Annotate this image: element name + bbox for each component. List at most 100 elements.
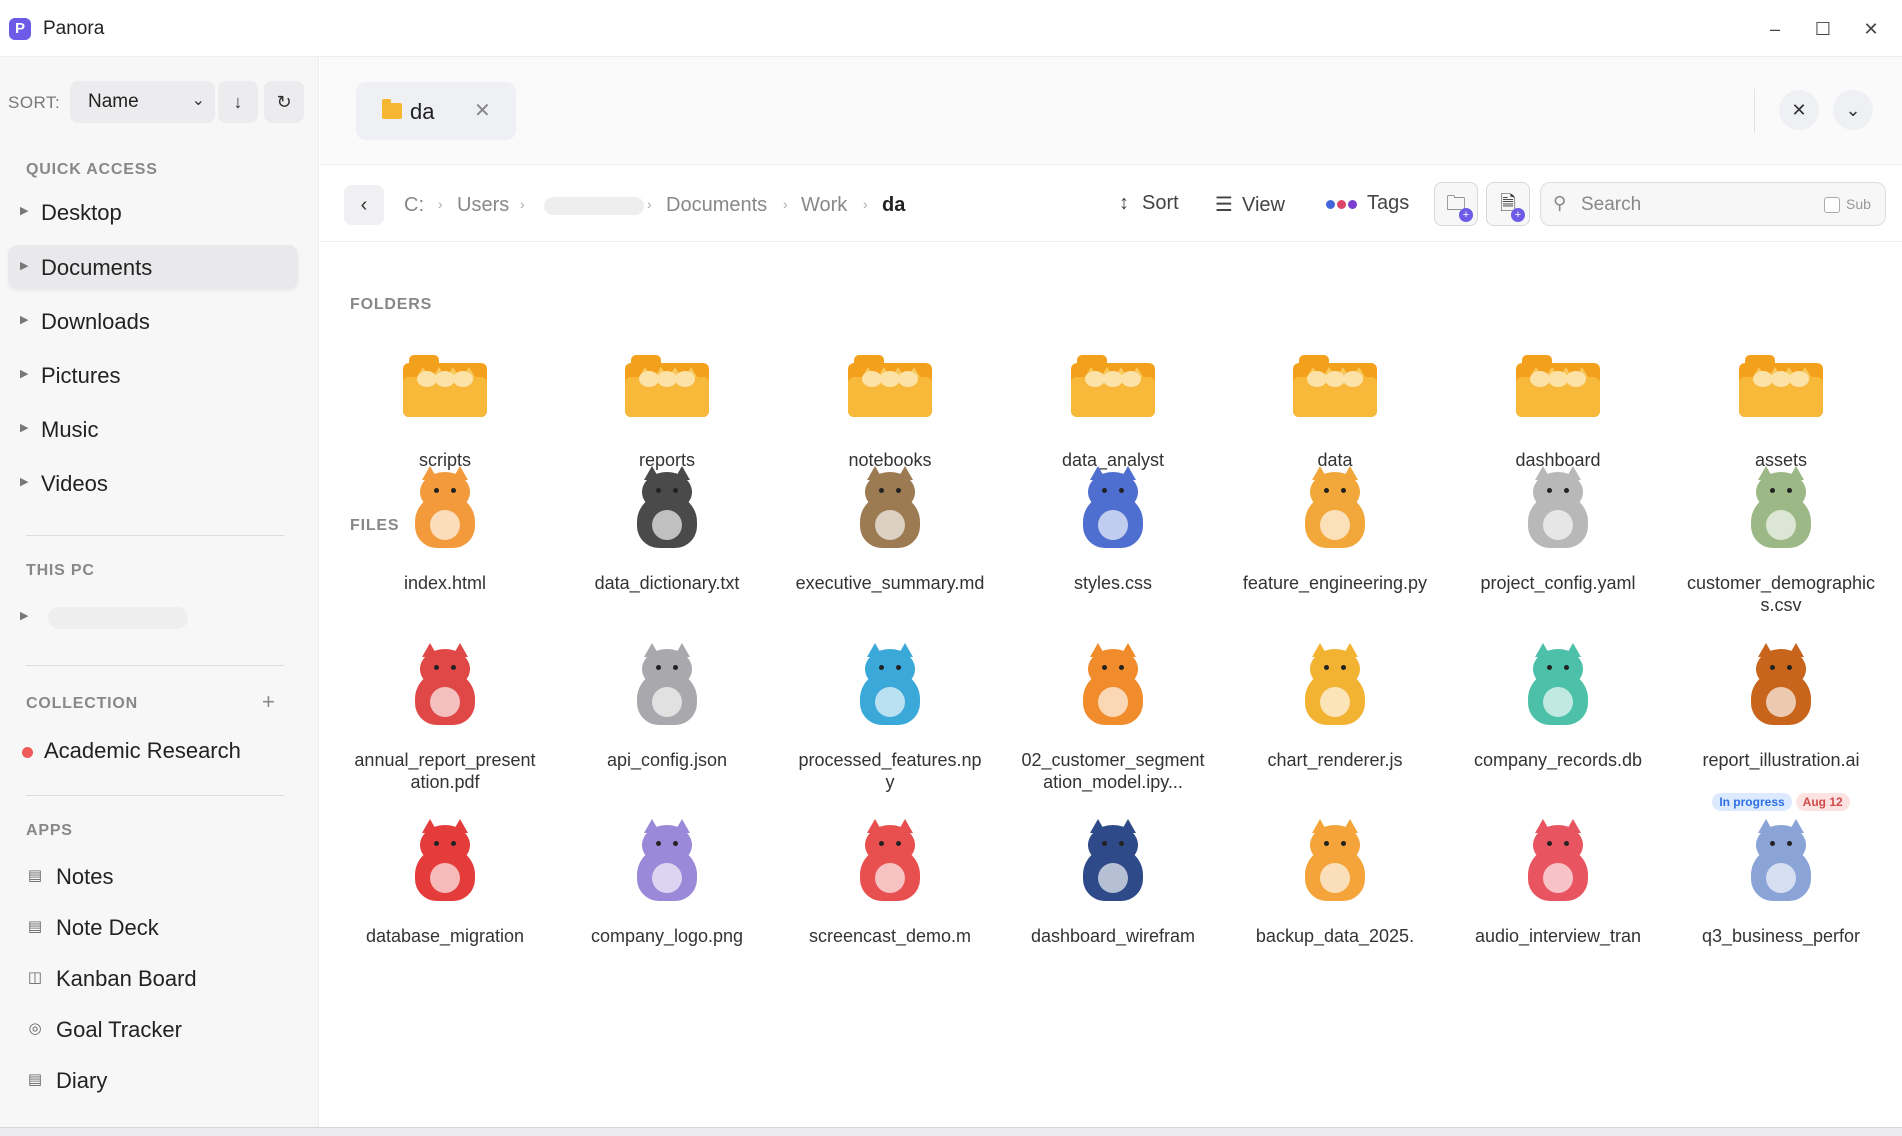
- expand-arrow-icon[interactable]: ▶: [20, 204, 28, 217]
- cat-folder-icon: [1293, 355, 1377, 417]
- sidebar-item-documents[interactable]: ▶ Documents: [8, 245, 298, 289]
- file-name: company_records.db: [1473, 750, 1643, 770]
- folders-section-header: FOLDERS: [350, 296, 433, 313]
- expand-arrow-icon[interactable]: ▶: [20, 609, 28, 622]
- file-badges: In progress Aug 12: [1686, 793, 1876, 811]
- sidebar-item-downloads[interactable]: ▶ Downloads: [8, 299, 298, 343]
- cat-file-icon: [632, 466, 702, 548]
- new-folder-button[interactable]: 🗀 +: [1434, 182, 1478, 226]
- file-browser-content: FOLDERS scripts reports notebooks data_anal…: [320, 243, 1902, 1127]
- sidebar-item-music[interactable]: ▶ Music: [8, 407, 298, 451]
- expand-arrow-icon[interactable]: ▶: [20, 313, 28, 326]
- blurred-drive-label: [48, 607, 188, 629]
- plus-icon: +: [1511, 208, 1525, 222]
- sidebar-item-drive[interactable]: ▶: [8, 595, 298, 639]
- quick-access-header: QUICK ACCESS: [26, 161, 158, 178]
- cat-file-icon: [1746, 466, 1816, 548]
- status-badge: In progress: [1712, 793, 1792, 811]
- breadcrumb-users[interactable]: Users: [457, 194, 509, 217]
- file-name: audio_interview_tran: [1474, 926, 1642, 946]
- this-pc-header: THIS PC: [26, 562, 95, 579]
- cat-file-icon: [1300, 643, 1370, 725]
- sidebar-item-label: Desktop: [41, 200, 122, 225]
- expand-arrow-icon[interactable]: ▶: [20, 259, 28, 272]
- view-button[interactable]: ☰ View: [1214, 192, 1285, 217]
- kanban-icon: ◫: [27, 969, 43, 986]
- sort-direction-button[interactable]: ↓: [218, 81, 258, 123]
- cat-folder-icon: [625, 355, 709, 417]
- divider: [26, 795, 284, 796]
- chevron-down-icon: ⌄: [191, 92, 205, 109]
- collection-color-dot: [22, 747, 33, 758]
- cat-file-icon: [1523, 643, 1593, 725]
- sidebar-item-videos[interactable]: ▶ Videos: [8, 461, 298, 505]
- file-name: annual_report_presentation.pdf: [354, 750, 536, 792]
- sort-button[interactable]: ↕ Sort: [1114, 192, 1179, 215]
- new-file-button[interactable]: 🗎 +: [1486, 182, 1530, 226]
- horizontal-scrollbar[interactable]: [0, 1127, 1902, 1136]
- cat-file-icon: [855, 466, 925, 548]
- file-name: database_migration: [365, 926, 525, 946]
- search-input[interactable]: [1581, 192, 1801, 218]
- files-section-header: FILES: [350, 517, 400, 534]
- collection-header: COLLECTION: [26, 695, 138, 712]
- file-name: dashboard_wirefram: [1030, 926, 1196, 946]
- cat-file-icon: [1300, 466, 1370, 548]
- back-button[interactable]: ‹: [344, 185, 384, 225]
- file-name: screencast_demo.m: [808, 926, 972, 946]
- sidebar-item-label: Music: [41, 417, 99, 442]
- sidebar-item-desktop[interactable]: ▶ Desktop: [8, 190, 298, 234]
- cat-folder-icon: [1739, 355, 1823, 417]
- close-all-tabs-button[interactable]: ✕: [1779, 90, 1819, 130]
- refresh-button[interactable]: ↻: [264, 81, 304, 123]
- apps-header: APPS: [26, 822, 73, 839]
- tags-button[interactable]: Tags: [1326, 192, 1409, 215]
- due-date-badge: Aug 12: [1795, 793, 1850, 811]
- breadcrumb-separator-icon: ›: [438, 196, 443, 212]
- file-name: report_illustration.ai: [1702, 750, 1860, 770]
- cat-file-icon: [410, 819, 480, 901]
- breadcrumb-documents[interactable]: Documents: [666, 194, 767, 217]
- note-icon: ▤: [27, 867, 43, 884]
- cat-folder-icon: [403, 355, 487, 417]
- app-logo-icon: P: [9, 18, 31, 40]
- cat-file-icon: [1746, 643, 1816, 725]
- diary-icon: ▤: [27, 1071, 43, 1088]
- expand-arrow-icon[interactable]: ▶: [20, 367, 28, 380]
- sort-select[interactable]: Name ⌄: [70, 81, 215, 123]
- cat-file-icon: [1746, 819, 1816, 901]
- plus-icon: +: [1459, 208, 1473, 222]
- app-title: Panora: [43, 18, 105, 39]
- expand-arrow-icon[interactable]: ▶: [20, 421, 28, 434]
- cat-file-icon: [1078, 466, 1148, 548]
- search-icon: ⚲: [1553, 193, 1567, 213]
- divider: [26, 535, 284, 536]
- minimize-icon[interactable]: –: [1760, 14, 1790, 44]
- cat-file-icon: [1523, 466, 1593, 548]
- sort-label: SORT:: [8, 93, 61, 112]
- tabs-menu-chevron-icon[interactable]: ⌄: [1833, 90, 1873, 130]
- breadcrumb-c[interactable]: C:: [404, 194, 424, 217]
- cat-file-icon: [410, 643, 480, 725]
- maximize-icon[interactable]: ☐: [1808, 14, 1838, 44]
- sort-select-value: Name: [88, 91, 139, 112]
- cat-folder-icon: [1071, 355, 1155, 417]
- cat-file-icon: [632, 819, 702, 901]
- sort-icon: ↕: [1119, 192, 1129, 214]
- tab-da[interactable]: da ✕: [356, 82, 516, 140]
- sidebar-item-label: Pictures: [41, 363, 121, 388]
- expand-arrow-icon[interactable]: ▶: [20, 475, 28, 488]
- file-name: processed_features.npy: [798, 750, 982, 792]
- add-collection-icon[interactable]: +: [262, 689, 275, 715]
- file-name: q3_business_perfor: [1701, 926, 1861, 946]
- sidebar-item-pictures[interactable]: ▶ Pictures: [8, 353, 298, 397]
- subfolders-label: Sub: [1846, 196, 1871, 212]
- breadcrumb-work[interactable]: Work: [801, 194, 847, 217]
- breadcrumb-current[interactable]: da: [882, 194, 905, 217]
- close-tab-icon[interactable]: ✕: [474, 98, 491, 123]
- sidebar-item-label: Documents: [41, 255, 153, 280]
- cat-folder-icon: [848, 355, 932, 417]
- subfolders-checkbox[interactable]: [1824, 197, 1840, 213]
- blurred-username: [544, 197, 644, 215]
- close-window-icon[interactable]: ✕: [1856, 14, 1886, 44]
